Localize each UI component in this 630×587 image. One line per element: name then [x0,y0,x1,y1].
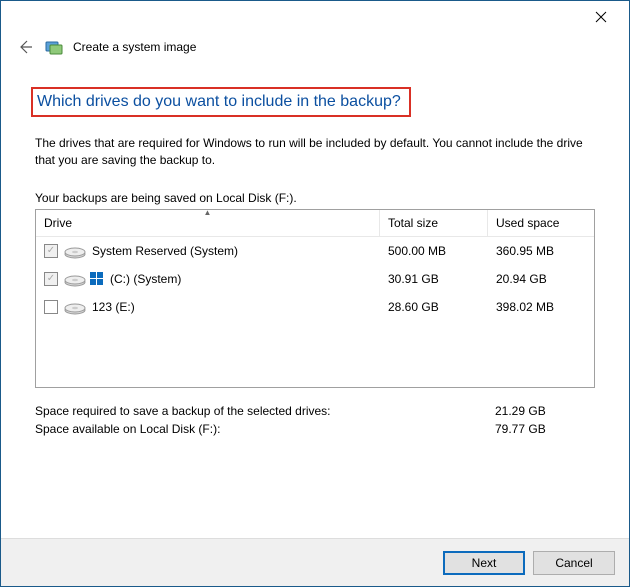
table-row[interactable]: (C:) (System) 30.91 GB20.94 GB [36,265,594,293]
heading-highlight: Which drives do you want to include in t… [31,87,411,117]
column-total-size[interactable]: Total size [380,210,488,236]
close-button[interactable] [581,3,621,31]
table-row[interactable]: System Reserved (System) 500.00 MB360.95 … [36,237,594,265]
cancel-button[interactable]: Cancel [533,551,615,575]
drive-table: Drive ▲ Total size Used space System Res… [35,209,595,388]
system-image-icon [45,38,63,56]
titlebar [1,1,629,33]
page-heading: Which drives do you want to include in t… [37,93,401,111]
back-button[interactable] [15,37,35,57]
drive-used-space: 20.94 GB [496,272,586,286]
drive-total-size: 28.60 GB [388,300,496,314]
summary-required-label: Space required to save a backup of the s… [35,404,331,418]
description-text: The drives that are required for Windows… [35,135,595,169]
drive-cell: System Reserved (System) [44,243,388,259]
content-area: Which drives do you want to include in t… [1,61,629,438]
column-used-space[interactable]: Used space [488,210,594,236]
drive-icon [64,271,86,287]
drive-icon [64,299,86,315]
drive-checkbox [44,272,58,286]
drive-label: (C:) (System) [110,272,181,286]
window-title: Create a system image [73,40,196,54]
summary-available-label: Space available on Local Disk (F:): [35,422,220,436]
drive-total-size: 500.00 MB [388,244,496,258]
drive-cell: 123 (E:) [44,299,388,315]
windows-logo-icon [90,272,104,286]
summary-available-value: 79.77 GB [495,422,595,436]
drive-used-space: 398.02 MB [496,300,586,314]
table-body: System Reserved (System) 500.00 MB360.95 … [36,237,594,387]
summary-required: Space required to save a backup of the s… [35,402,595,420]
table-row[interactable]: 123 (E:) 28.60 GB398.02 MB [36,293,594,321]
drive-label: System Reserved (System) [92,244,238,258]
drive-total-size: 30.91 GB [388,272,496,286]
drive-cell: (C:) (System) [44,271,388,287]
column-drive[interactable]: Drive ▲ [36,210,380,236]
sort-indicator-icon: ▲ [204,208,212,217]
summary-required-value: 21.29 GB [495,404,595,418]
drive-checkbox [44,244,58,258]
summary-section: Space required to save a backup of the s… [35,402,595,438]
drive-label: 123 (E:) [92,300,135,314]
saving-location-text: Your backups are being saved on Local Di… [35,191,595,205]
drive-used-space: 360.95 MB [496,244,586,258]
next-button[interactable]: Next [443,551,525,575]
drive-icon [64,243,86,259]
table-header: Drive ▲ Total size Used space [36,210,594,237]
summary-available: Space available on Local Disk (F:): 79.7… [35,420,595,438]
column-drive-label: Drive [44,216,72,230]
drive-checkbox[interactable] [44,300,58,314]
header-row: Create a system image [1,33,629,61]
footer: Next Cancel [1,538,629,586]
